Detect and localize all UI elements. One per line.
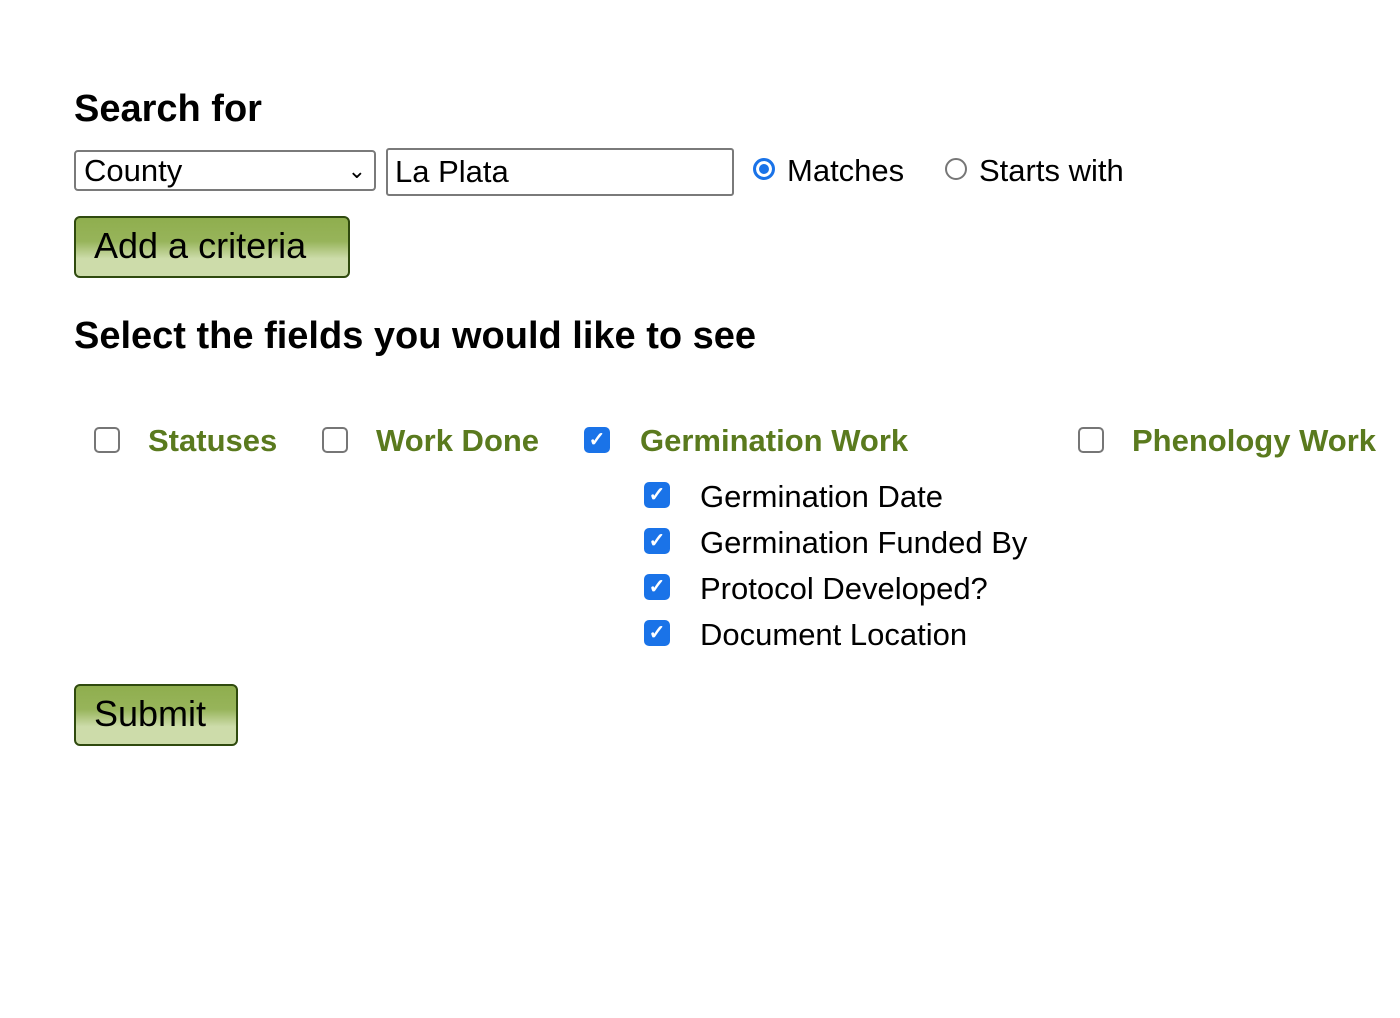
germination-work-label: Germination Work xyxy=(640,423,909,458)
search-heading: Search for xyxy=(74,88,262,130)
germination-funded-by-checkbox[interactable]: ✓ xyxy=(644,528,670,554)
document-location-label: Document Location xyxy=(700,617,968,652)
work-done-label: Work Done xyxy=(376,423,540,458)
protocol-developed-label: Protocol Developed? xyxy=(700,571,988,606)
statuses-label: Statuses xyxy=(148,423,278,458)
germination-date-label: Germination Date xyxy=(700,479,943,514)
starts-with-radio[interactable] xyxy=(945,158,967,180)
submit-button[interactable]: Submit xyxy=(74,684,238,746)
germination-date-checkbox[interactable]: ✓ xyxy=(644,482,670,508)
chevron-down-icon: ⌄ xyxy=(347,158,366,183)
starts-with-label: Starts with xyxy=(979,153,1124,188)
protocol-developed-checkbox[interactable]: ✓ xyxy=(644,574,670,600)
matches-label: Matches xyxy=(787,153,905,188)
field-select[interactable]: County ⌄ xyxy=(74,150,376,191)
field-select-value: County xyxy=(84,153,183,188)
statuses-checkbox[interactable] xyxy=(94,427,120,453)
germination-funded-by-label: Germination Funded By xyxy=(700,525,1028,560)
search-value-input[interactable]: La Plata xyxy=(386,148,734,196)
matches-radio[interactable] xyxy=(753,158,775,180)
add-criteria-button[interactable]: Add a criteria xyxy=(74,216,350,278)
document-location-checkbox[interactable]: ✓ xyxy=(644,620,670,646)
fields-heading: Select the fields you would like to see xyxy=(74,315,757,357)
phenology-work-checkbox[interactable] xyxy=(1078,427,1104,453)
phenology-work-label: Phenology Work xyxy=(1132,423,1377,458)
work-done-checkbox[interactable] xyxy=(322,427,348,453)
germination-work-checkbox[interactable]: ✓ xyxy=(584,427,610,453)
